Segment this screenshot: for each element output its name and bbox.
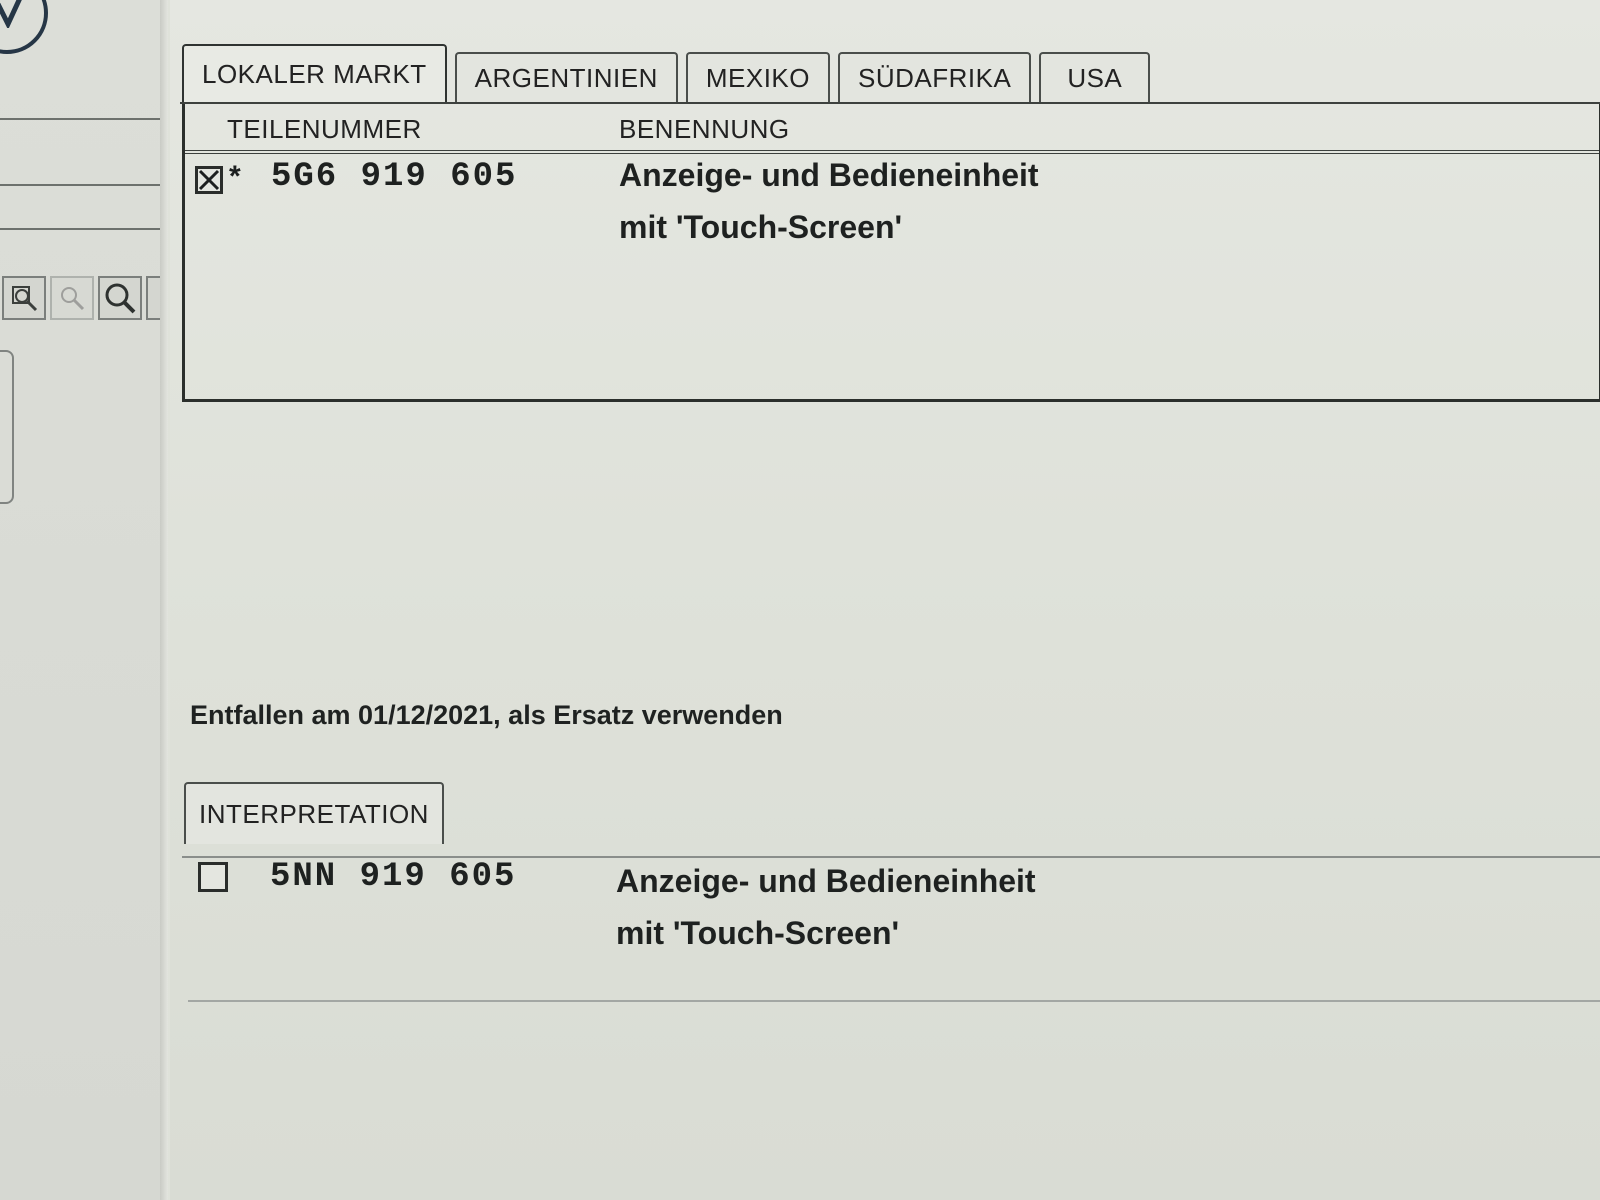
- tab-mexiko[interactable]: MEXIKO: [685, 52, 830, 102]
- part-description: Anzeige- und Bedieneinheit: [616, 863, 1036, 899]
- panel-splitter[interactable]: [160, 0, 168, 1200]
- table-header: TEILENUMMER BENENNUNG: [185, 104, 1599, 154]
- column-header-description[interactable]: BENENNUNG: [619, 114, 790, 145]
- asterisk-marker: *: [229, 160, 241, 193]
- zoom-in-icon[interactable]: [2, 276, 46, 320]
- tab-lokaler-markt[interactable]: LOKALER MARKT: [182, 44, 447, 102]
- left-panel: [0, 0, 160, 1200]
- zoom-toolbar: [2, 276, 160, 320]
- divider-line: [0, 118, 160, 120]
- tab-argentinien[interactable]: ARGENTINIEN: [454, 52, 678, 102]
- divider-line: [0, 184, 160, 186]
- side-scroll-handle[interactable]: [0, 350, 14, 504]
- zoom-out-icon[interactable]: [50, 276, 94, 320]
- row-divider: [188, 1000, 1600, 1002]
- row-checkbox-checked[interactable]: [195, 166, 223, 194]
- tab-interpretation[interactable]: INTERPRETATION: [184, 782, 444, 844]
- check-mark-icon: [0, 0, 22, 28]
- divider-line: [0, 228, 160, 230]
- part-description-line2: mit 'Touch-Screen': [616, 915, 900, 951]
- tab-suedafrika[interactable]: SÜDAFRIKA: [838, 52, 1032, 102]
- x-mark-icon: [198, 169, 220, 191]
- toolbar-button-partial[interactable]: [146, 276, 160, 320]
- tab-usa[interactable]: USA: [1039, 52, 1151, 102]
- part-number: 5NN 919 605: [270, 858, 517, 896]
- brand-logo: [0, 0, 48, 54]
- part-description-line2: mit 'Touch-Screen': [619, 209, 903, 245]
- main-content: LOKALER MARKT ARGENTINIEN MEXIKO SÜDAFRI…: [170, 0, 1600, 1200]
- magnifier-icon[interactable]: [98, 276, 142, 320]
- market-tabs: LOKALER MARKT ARGENTINIEN MEXIKO SÜDAFRI…: [182, 44, 1158, 102]
- part-number: 5G6 919 605: [271, 158, 518, 196]
- parts-table: TEILENUMMER BENENNUNG * 5G6 919 605 Anze…: [182, 104, 1600, 402]
- row-checkbox[interactable]: [198, 862, 228, 892]
- part-description: Anzeige- und Bedieneinheit: [619, 157, 1039, 193]
- column-header-part-number[interactable]: TEILENUMMER: [227, 114, 422, 145]
- status-message: Entfallen am 01/12/2021, als Ersatz verw…: [190, 700, 783, 730]
